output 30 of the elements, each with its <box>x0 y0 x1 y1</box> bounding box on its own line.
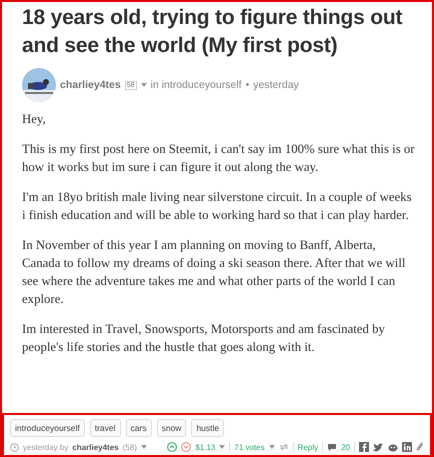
post-title: 18 years old, trying to figure things out and see the world (My first post) <box>22 5 404 59</box>
comments-icon[interactable] <box>327 442 338 452</box>
caret-icon[interactable] <box>140 445 147 449</box>
community-link[interactable]: in introduceyourself <box>150 79 242 91</box>
facebook-icon[interactable] <box>359 442 369 452</box>
reputation: (58) <box>122 442 137 452</box>
tag-button[interactable]: snow <box>156 419 186 437</box>
clock-icon <box>10 442 19 452</box>
post-time: yesterday <box>253 79 299 91</box>
caret-icon[interactable] <box>140 83 147 87</box>
paragraph: Hey, <box>22 111 47 128</box>
caret-icon[interactable] <box>268 445 275 449</box>
author-link[interactable]: charliey4tes <box>60 79 121 91</box>
tag-button[interactable]: introduceyourself <box>10 419 85 437</box>
paragraph: This is my first post here on Steemit, i can't say im 100% sure what this is or how it works but im sure i can figure it out along the way. <box>22 141 416 176</box>
paragraph: In November of this year I am planning on moving to Banff, Alberta, Canada to follow my dreams of doing a ski season there. After that we will see where the adventure takes me and what other parts of the world I can explore. <box>22 237 406 308</box>
link-icon[interactable] <box>416 442 424 452</box>
caret-icon[interactable] <box>219 445 226 449</box>
upvote-icon[interactable] <box>167 442 178 452</box>
tag-button[interactable]: travel <box>90 419 121 437</box>
paragraph: Im interested in Travel, Snowsports, Motorsports and am fascinated by people's life stories and the hustle that goes along with it. <box>22 321 386 356</box>
linkedin-icon[interactable] <box>402 442 412 452</box>
tag-button[interactable]: cars <box>126 419 152 437</box>
paragraph: I'm an 18yo british male living near silverstone circuit. In a couple of weeks i finish education and will be able to working hard so that i can play harder. <box>22 189 413 224</box>
author-link[interactable]: charliey4tes <box>72 442 119 452</box>
tag-button[interactable]: hustle <box>191 419 224 437</box>
footer-time: yesterday by <box>23 442 68 452</box>
separator-dot: • <box>246 79 250 91</box>
downvote-icon[interactable] <box>181 442 192 452</box>
twitter-icon[interactable] <box>373 442 384 452</box>
